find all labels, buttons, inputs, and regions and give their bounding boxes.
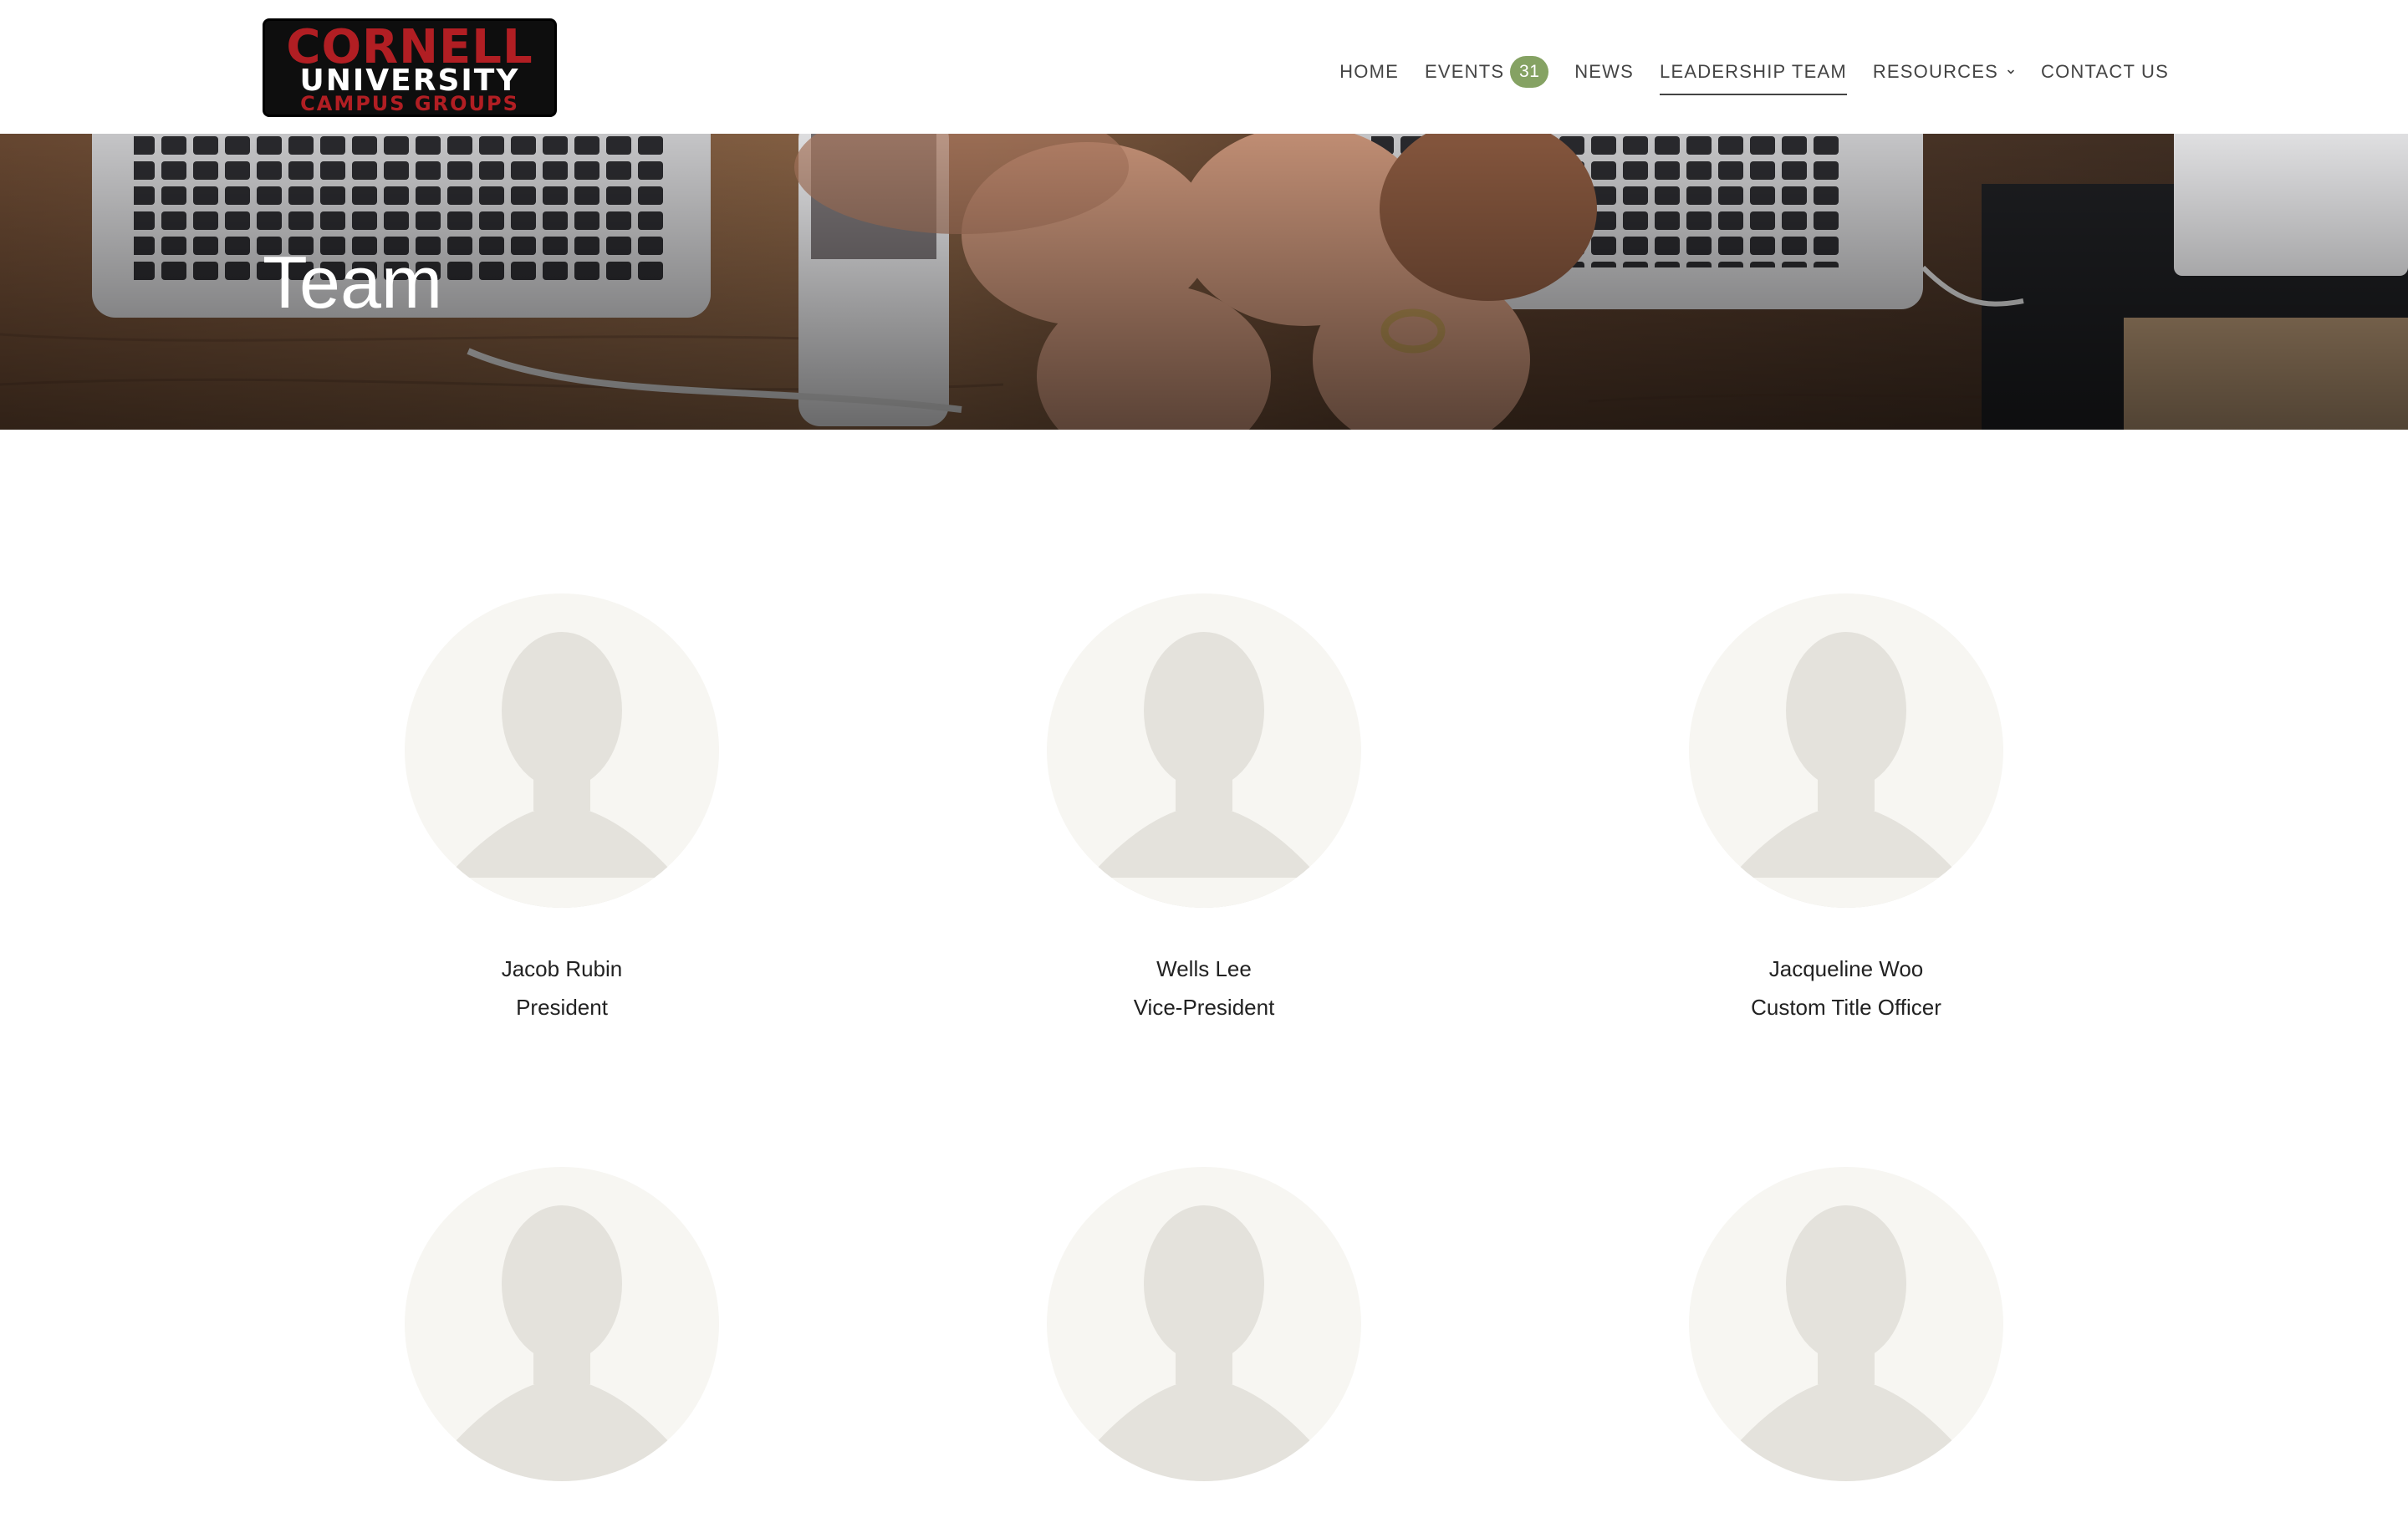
nav-item-resources[interactable]: RESOURCES (1873, 50, 2015, 94)
avatar-placeholder-icon (1689, 1167, 2003, 1481)
member-name: Wells Lee (1156, 956, 1252, 981)
avatar-placeholder-icon (405, 1167, 719, 1481)
logo-line-campus-groups: CAMPUS GROUPS (300, 92, 519, 115)
site-header: CORNELL UNIVERSITY CAMPUS GROUPS HOME EV… (0, 0, 2408, 134)
team-member-card[interactable]: Jacqueline Woo Custom Title Officer (1637, 593, 2055, 1021)
nav-item-contact-us[interactable]: CONTACT US (2041, 50, 2169, 94)
cornell-campus-groups-logo[interactable]: CORNELL UNIVERSITY CAMPUS GROUPS (263, 18, 557, 117)
nav-item-news[interactable]: NEWS (1574, 50, 1634, 94)
nav-item-label: RESOURCES (1872, 61, 1999, 82)
events-count-badge: 31 (1510, 56, 1549, 88)
member-title: Vice-President (1133, 995, 1275, 1020)
hero-banner: Team (0, 134, 2408, 430)
nav-item-home[interactable]: HOME (1339, 50, 1399, 94)
team-member-card[interactable] (1637, 1167, 2055, 1528)
team-grid: Jacob Rubin President Wells Lee Vice-Pre… (0, 430, 2408, 1481)
nav-item-leadership-team[interactable]: LEADERSHIP TEAM (1660, 50, 1847, 95)
team-member-card[interactable] (995, 1167, 1413, 1528)
team-member-card[interactable]: Wells Lee Vice-President (995, 593, 1413, 1021)
member-title: President (516, 995, 608, 1020)
team-member-card[interactable] (353, 1167, 771, 1528)
nav-item-label: HOME (1339, 61, 1399, 82)
main-nav: HOME EVENTS 31 NEWS LEADERSHIP TEAM RESO… (1314, 50, 2169, 95)
team-member-card[interactable]: Jacob Rubin President (353, 593, 771, 1021)
avatar-placeholder-icon (1047, 593, 1361, 908)
nav-item-events[interactable]: EVENTS 31 (1424, 50, 1549, 94)
nav-item-label: LEADERSHIP TEAM (1660, 61, 1847, 82)
avatar-placeholder-icon (1689, 593, 2003, 908)
member-name: Jacqueline Woo (1768, 956, 1924, 981)
page-title: Team (263, 241, 443, 323)
chevron-down-icon (2008, 69, 2014, 74)
member-name: Jacob Rubin (501, 956, 623, 981)
avatar-placeholder-icon (405, 593, 719, 908)
nav-item-label: NEWS (1574, 61, 1635, 82)
avatar-placeholder-icon (1047, 1167, 1361, 1481)
nav-item-label: CONTACT US (2041, 61, 2169, 82)
nav-item-label: EVENTS (1424, 61, 1505, 82)
member-title: Custom Title Officer (1751, 995, 1941, 1020)
